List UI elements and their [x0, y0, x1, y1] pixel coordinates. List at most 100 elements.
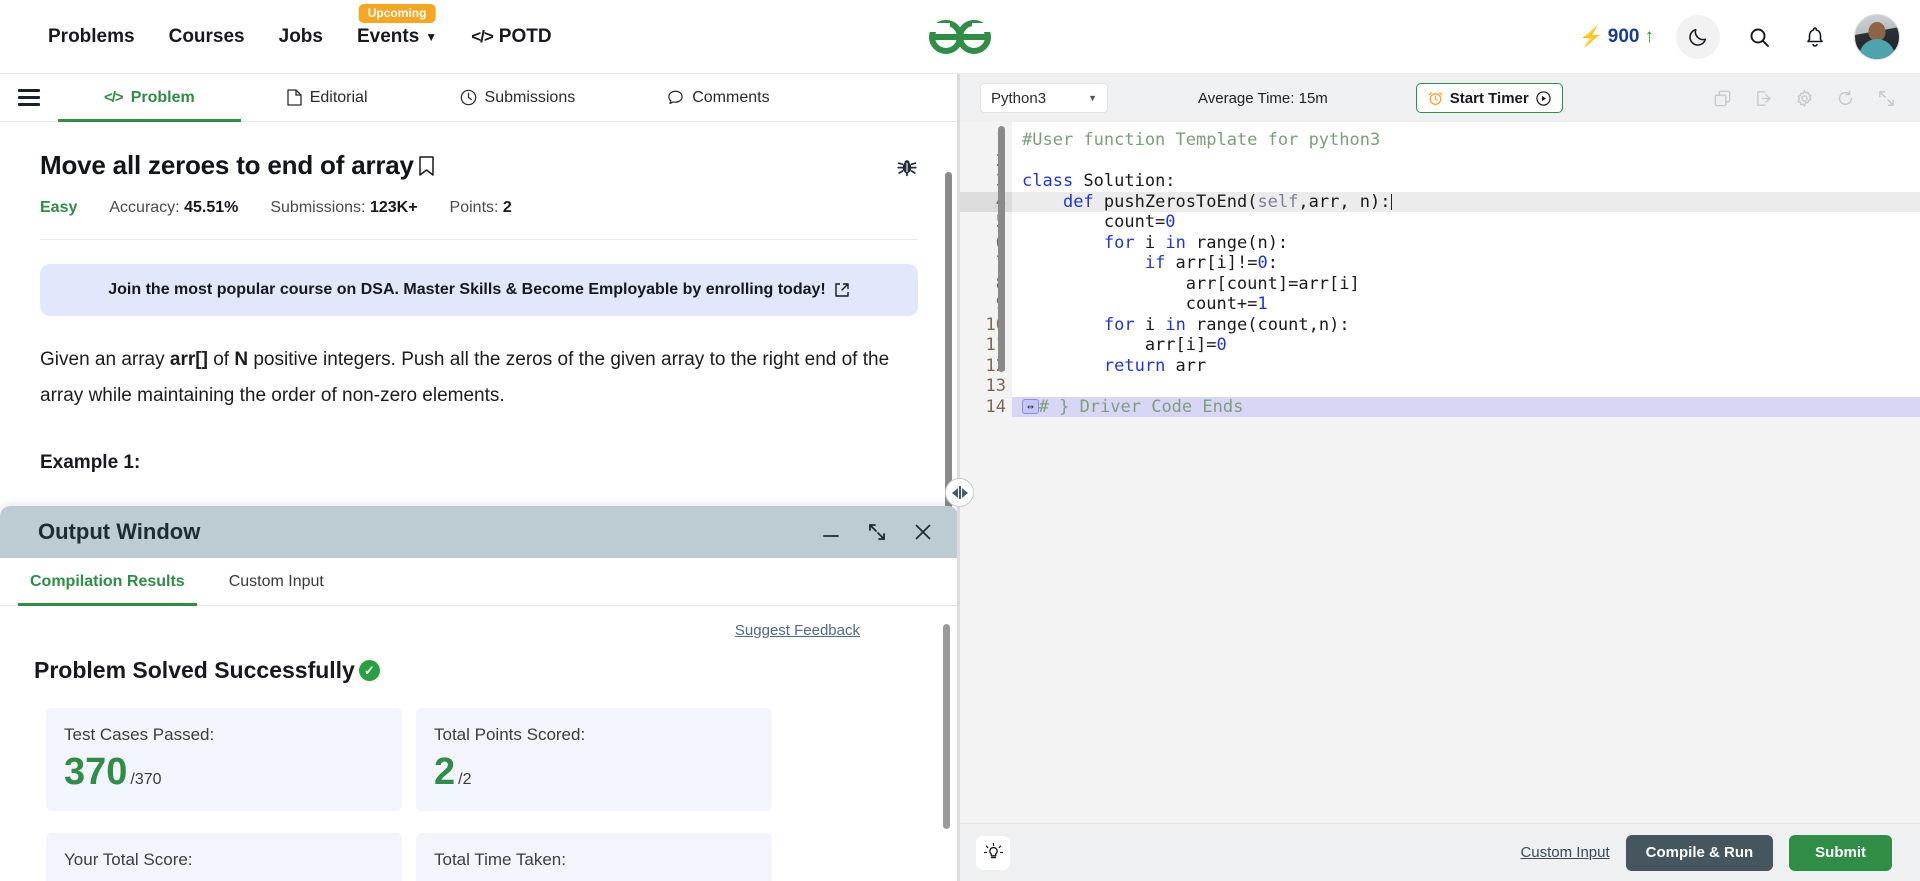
code-table: 1 2 3▼ 4▼ 5 6▼ 7▼ 8 9 10▼ 11 12 13 14▶: [960, 122, 1920, 417]
promo-text: Join the most popular course on DSA. Mas…: [108, 281, 826, 298]
result-cards: Test Cases Passed: 370 /370 Total Points…: [34, 708, 918, 811]
chevron-left-icon: [951, 487, 958, 498]
problem-description: Given an array arr[] of N positive integ…: [40, 342, 900, 414]
test-cases-card: Test Cases Passed: 370 /370: [46, 708, 402, 811]
points-card: Total Points Scored: 2 /2: [416, 708, 772, 811]
reset-icon[interactable]: [1836, 89, 1855, 108]
difficulty-badge: Easy: [40, 199, 78, 216]
tab-problem[interactable]: </> Problem: [58, 74, 241, 122]
hint-button[interactable]: [976, 835, 1010, 870]
code-line: arr[i]=0: [1022, 335, 1227, 355]
check-circle-icon: ✓: [358, 660, 380, 681]
editor-toolbar: Python3 ▼ Average Time: 15m Start Timer: [960, 74, 1920, 122]
tab-custom-input[interactable]: Custom Input: [207, 558, 346, 605]
status-text: Problem Solved Successfully: [34, 657, 355, 683]
code-editor[interactable]: 1 2 3▼ 4▼ 5 6▼ 7▼ 8 9 10▼ 11 12 13 14▶: [960, 122, 1920, 823]
output-window: Output Window Compilation Results Custom…: [0, 506, 958, 881]
editor-action-bar: Custom Input Compile & Run Submit: [960, 823, 1920, 881]
nav-label: Problems: [48, 25, 135, 47]
avatar[interactable]: [1854, 14, 1900, 60]
code-content[interactable]: #User function Template for python3 clas…: [998, 122, 1920, 417]
bell-icon: [1807, 27, 1823, 47]
tab-compilation-results[interactable]: Compilation Results: [8, 558, 207, 606]
card-label: Total Points Scored:: [434, 725, 586, 744]
points-value: 2: [502, 199, 512, 216]
page-title: Move all zeroes to end of array: [40, 150, 435, 181]
compilation-results-panel: Suggest Feedback Problem Solved Successf…: [0, 606, 958, 881]
expand-button[interactable]: [866, 521, 888, 543]
card-value: 2: [434, 751, 456, 793]
gear-icon[interactable]: [1795, 89, 1814, 108]
tab-label: Submissions: [484, 88, 576, 106]
nav-item-courses[interactable]: Courses: [169, 26, 245, 48]
output-scrollbar[interactable]: [943, 624, 950, 829]
code-line: arr[count]=arr[i]: [1022, 273, 1360, 294]
nav-item-events[interactable]: Upcoming Events ▼: [357, 3, 437, 48]
promo-banner[interactable]: Join the most popular course on DSA. Mas…: [40, 264, 918, 316]
total-score-card: Your Total Score:: [46, 833, 402, 881]
site-header: Problems Courses Jobs Upcoming Events ▼ …: [0, 0, 1920, 74]
moon-icon: [1689, 28, 1707, 46]
submissions-stat: Submissions: 123K+: [270, 199, 417, 217]
card-label: Test Cases Passed:: [64, 725, 215, 744]
alarm-clock-icon: [1428, 92, 1442, 105]
bug-icon[interactable]: [896, 156, 918, 178]
code-comment: #User function Template for python3: [1022, 130, 1381, 150]
problem-meta: Easy Accuracy: 45.51% Submissions: 123K+…: [40, 199, 918, 217]
tab-comments[interactable]: Comments: [621, 74, 815, 121]
main-nav: Problems Courses Jobs Upcoming Events ▼ …: [48, 3, 552, 48]
card-label: Total Time Taken:: [434, 850, 566, 869]
desc-code-n: N: [234, 349, 249, 370]
chevron-right-icon: [961, 487, 968, 498]
compile-run-label: Compile & Run: [1645, 844, 1754, 861]
custom-input-link[interactable]: Custom Input: [1520, 844, 1609, 861]
notifications-button[interactable]: [1798, 20, 1832, 54]
code-line: count=0: [1022, 212, 1176, 232]
language-select[interactable]: Python3 ▼: [980, 83, 1108, 113]
total-time-card: Total Time Taken:: [416, 833, 772, 881]
fullscreen-icon[interactable]: [1877, 89, 1896, 108]
tab-submissions[interactable]: Submissions: [414, 74, 622, 121]
folded-region-chip[interactable]: ↔: [1022, 398, 1039, 414]
nav-label: POTD: [498, 25, 552, 47]
compile-run-button[interactable]: Compile & Run: [1625, 834, 1774, 871]
nav-item-potd[interactable]: </> POTD: [471, 26, 551, 48]
close-button[interactable]: [912, 521, 934, 543]
suggest-feedback-link[interactable]: Suggest Feedback: [34, 622, 860, 639]
submit-label: Submit: [1815, 844, 1866, 861]
submit-button[interactable]: Submit: [1789, 834, 1892, 871]
tab-editorial[interactable]: Editorial: [241, 74, 414, 121]
nav-label: Courses: [168, 25, 245, 47]
code-scrollbar[interactable]: [998, 126, 1005, 372]
copy-icon[interactable]: [1713, 89, 1732, 108]
lightbulb-icon: [983, 842, 1003, 859]
geeksforgeeks-logo[interactable]: [919, 15, 1001, 59]
coin-counter[interactable]: ⚡ 900 ↑: [1579, 25, 1654, 49]
play-circle-icon: [1536, 90, 1551, 106]
code-line: #User function Template for python3: [1012, 130, 1920, 151]
points-stat: Points: 2: [450, 199, 512, 217]
output-window-actions: [820, 521, 934, 543]
output-window-title: Output Window: [38, 519, 201, 544]
start-timer-button[interactable]: Start Timer: [1415, 83, 1563, 113]
accuracy-value: 45.51%: [184, 199, 239, 216]
upcoming-badge: Upcoming: [358, 3, 436, 23]
expand-icon: [869, 524, 885, 540]
problem-title-text: Move all zeroes to end of array: [40, 150, 414, 180]
search-button[interactable]: [1742, 20, 1776, 54]
problem-tabs: </> Problem Editorial Submissions Commen…: [0, 74, 958, 122]
nav-item-problems[interactable]: Problems: [48, 26, 135, 48]
menu-toggle-button[interactable]: [0, 74, 58, 121]
minimize-button[interactable]: [820, 521, 842, 543]
import-icon[interactable]: [1754, 89, 1773, 108]
desc-part: of: [207, 349, 235, 370]
dark-mode-toggle[interactable]: [1676, 15, 1720, 59]
bookmark-icon[interactable]: [418, 155, 435, 177]
nav-item-jobs[interactable]: Jobs: [279, 26, 323, 48]
code-line: count+=1: [1022, 294, 1268, 314]
code-icon: </>: [471, 26, 494, 46]
document-icon: [287, 89, 302, 106]
gfg-practice-page: Problems Courses Jobs Upcoming Events ▼ …: [0, 0, 1920, 881]
panel-resize-handle[interactable]: [945, 478, 974, 507]
